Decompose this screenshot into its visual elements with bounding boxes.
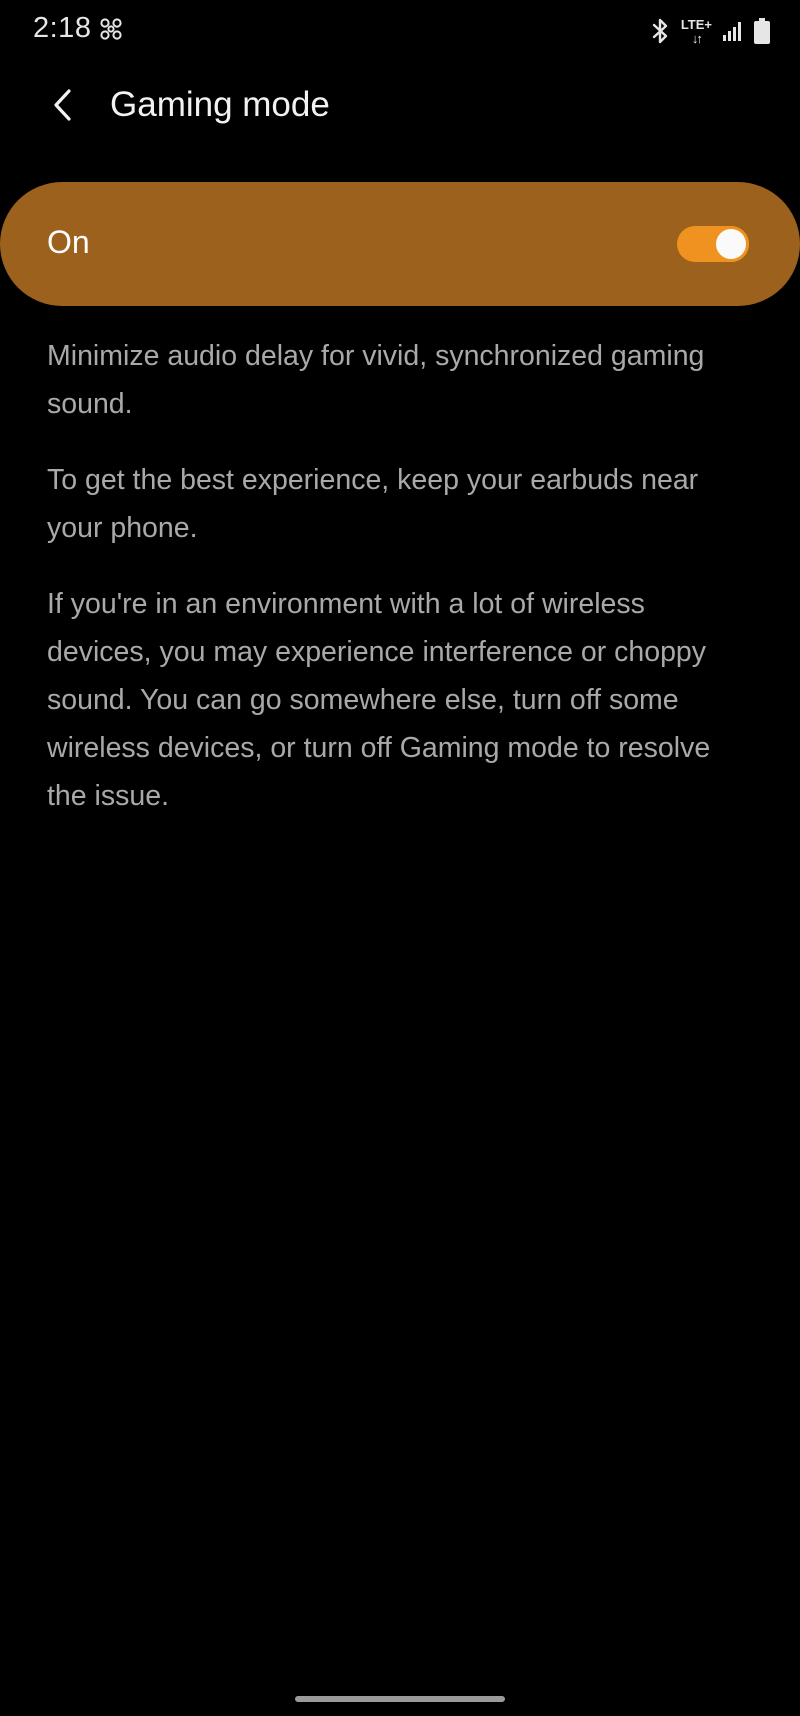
network-activity-arrows: ↓↑: [691, 30, 703, 46]
app-header: Gaming mode: [0, 62, 800, 148]
description-earbuds-tip: To get the best experience, keep your ea…: [47, 464, 699, 544]
bluetooth-icon: [649, 17, 671, 45]
status-bar: 2:18 LTE+ ↓↑: [0, 0, 800, 62]
switch-thumb: [713, 226, 749, 262]
home-indicator[interactable]: [295, 1696, 505, 1702]
lte-plus-icon: LTE+ ↓↑: [681, 18, 712, 45]
network-type: LTE+: [680, 16, 712, 32]
chevron-left-icon: [54, 89, 71, 121]
status-time: 2:18: [33, 12, 92, 44]
gaming-mode-master-toggle[interactable]: On: [0, 182, 800, 306]
page-title: Gaming mode: [110, 85, 330, 124]
battery-icon: [754, 18, 770, 44]
signal-icon: [722, 20, 744, 42]
back-button[interactable]: [38, 80, 88, 130]
gaming-mode-switch[interactable]: [677, 226, 749, 262]
pinwheel-notification-icon: [98, 16, 124, 42]
description-interference-warning: If you're in an environment with a lot o…: [47, 588, 711, 812]
toggle-state-label: On: [47, 224, 90, 260]
status-icons: LTE+ ↓↑: [649, 14, 770, 48]
description-latency: Minimize audio delay for vivid, synchron…: [47, 340, 705, 420]
